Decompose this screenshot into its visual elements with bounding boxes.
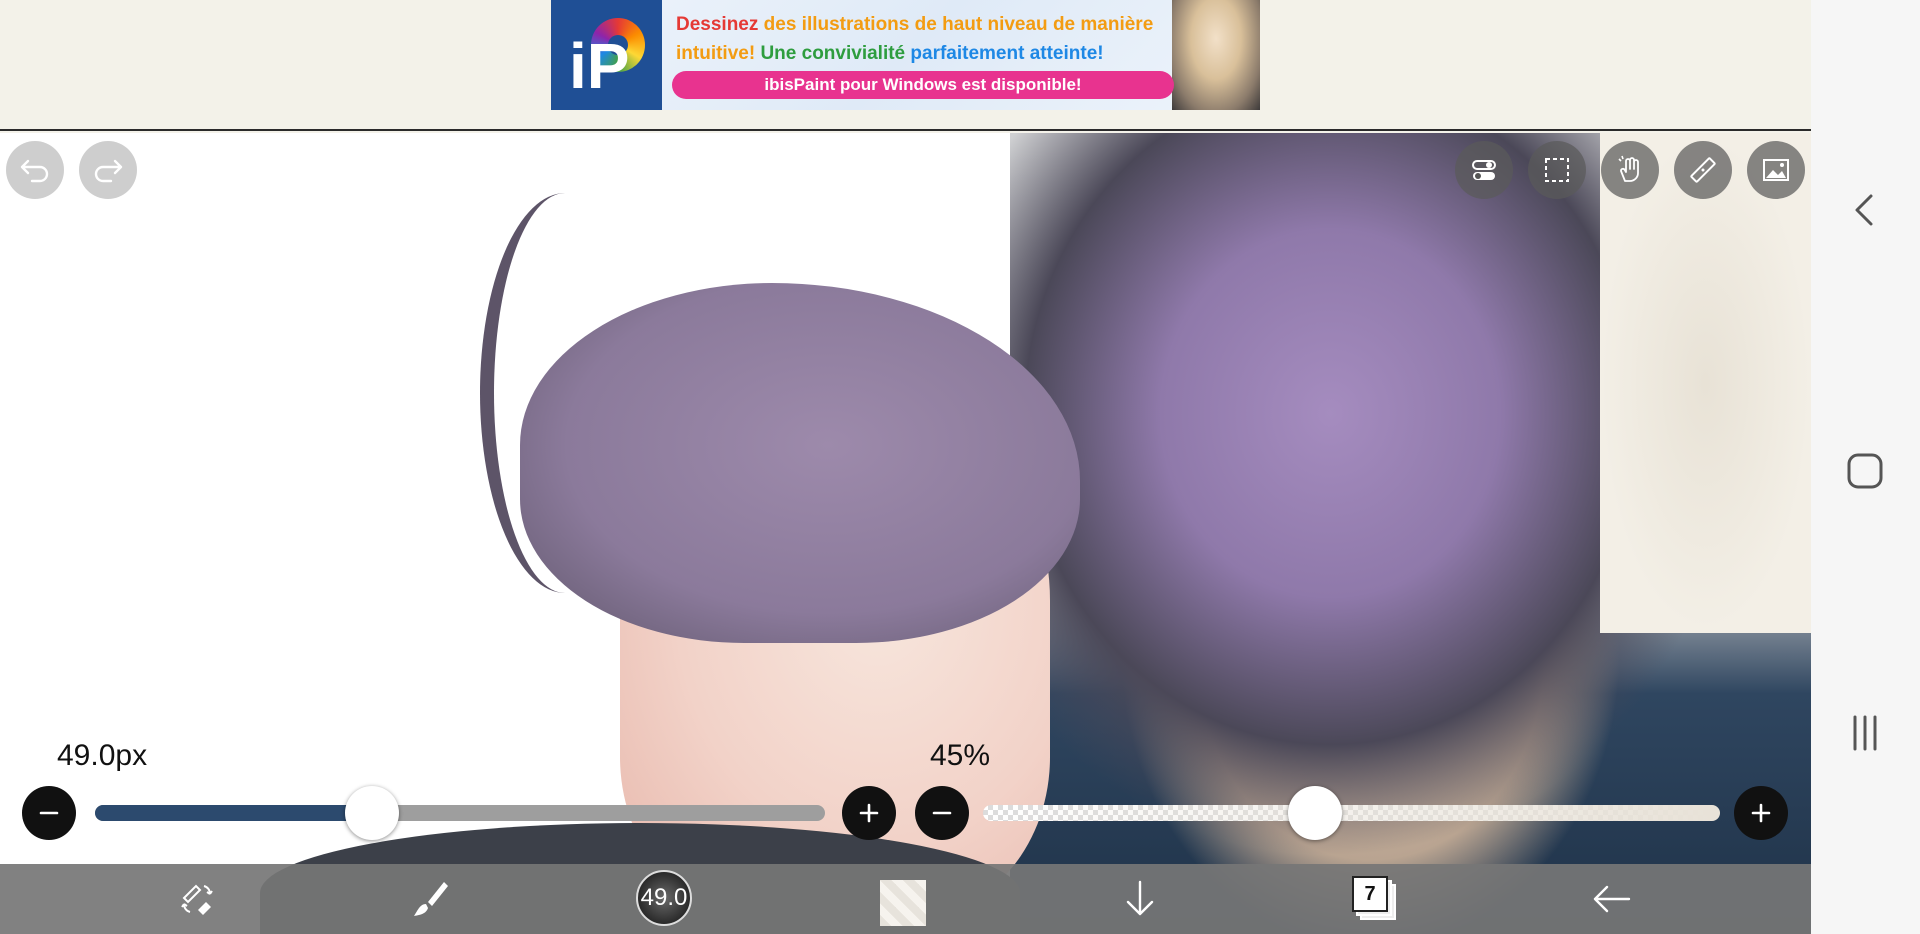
drawing-canvas[interactable]: 49.0px 45% bbox=[0, 133, 1811, 934]
opacity-label: 45% bbox=[930, 739, 991, 772]
ad-cta-button[interactable]: ibisPaint pour Windows est disponible! bbox=[672, 71, 1174, 99]
minus-icon bbox=[39, 811, 59, 815]
opacity-increase-button[interactable] bbox=[1734, 786, 1788, 840]
ad-word: intuitive! bbox=[676, 43, 756, 64]
toggle-icon bbox=[1472, 160, 1496, 180]
opacity-decrease-button[interactable] bbox=[915, 786, 969, 840]
hand-tool-button[interactable] bbox=[1601, 141, 1659, 199]
brush-size-slider-knob[interactable] bbox=[345, 786, 400, 840]
reference-background bbox=[1600, 133, 1811, 633]
ad-bar: iP Dessinez des illustrations de haut ni… bbox=[0, 0, 1811, 131]
brush-size-label: 49.0px bbox=[57, 739, 148, 772]
layers-button[interactable]: 7 bbox=[1348, 872, 1402, 926]
redo-icon bbox=[94, 159, 123, 183]
undo-button[interactable] bbox=[6, 141, 64, 199]
ad-text: Dessinez des illustrations de haut nivea… bbox=[662, 0, 1174, 110]
recents-icon bbox=[1853, 715, 1877, 751]
selection-icon bbox=[1545, 158, 1569, 182]
ad-text-rest: des illustrations de haut niveau de mani… bbox=[763, 14, 1154, 35]
ibispaint-logo: iP bbox=[551, 0, 662, 110]
plus-icon bbox=[859, 803, 879, 823]
move-down-button[interactable] bbox=[1113, 872, 1167, 926]
tool-switch-button[interactable] bbox=[170, 872, 224, 926]
brush-button[interactable] bbox=[404, 872, 458, 926]
brush-size-increase-button[interactable] bbox=[842, 786, 896, 840]
layers-count: 7 bbox=[1352, 876, 1388, 912]
brush-size-slider[interactable] bbox=[95, 805, 825, 821]
drawing-scribble bbox=[480, 193, 650, 593]
image-icon bbox=[1763, 159, 1789, 181]
brush-size-indicator[interactable]: 49.0 bbox=[636, 870, 692, 926]
nav-back-button[interactable] bbox=[1835, 180, 1895, 240]
back-chevron-icon bbox=[1855, 194, 1873, 226]
ruler-icon bbox=[1690, 157, 1716, 183]
ad-portrait-image bbox=[1172, 0, 1260, 110]
ad-word: Une convivialité bbox=[760, 43, 906, 64]
opacity-slider-knob[interactable] bbox=[1287, 786, 1342, 840]
opacity-slider[interactable] bbox=[983, 805, 1720, 821]
brush-size-decrease-button[interactable] bbox=[22, 786, 76, 840]
home-icon bbox=[1847, 453, 1883, 489]
ad-word: Dessinez bbox=[676, 14, 759, 35]
bottom-toolbar: 49.0 7 bbox=[0, 864, 1811, 934]
undo-icon bbox=[20, 159, 49, 183]
ruler-button[interactable] bbox=[1674, 141, 1732, 199]
color-swatch[interactable] bbox=[880, 880, 926, 926]
tool-switch-icon bbox=[181, 884, 213, 915]
back-arrow-icon bbox=[1593, 885, 1631, 913]
system-navigation-bar bbox=[1811, 0, 1920, 934]
logo-text: iP bbox=[569, 30, 630, 102]
toggle-panel-button[interactable] bbox=[1455, 141, 1513, 199]
plus-icon bbox=[1751, 803, 1771, 823]
ad-line-1: Dessinez des illustrations de haut nivea… bbox=[676, 10, 1172, 39]
nav-recents-button[interactable] bbox=[1835, 703, 1895, 763]
minus-icon bbox=[932, 811, 952, 815]
ad-line-2: intuitive! Une convivialité parfaitement… bbox=[676, 39, 1172, 68]
hand-icon bbox=[1618, 155, 1639, 182]
brush-size-slider-fill bbox=[95, 805, 373, 821]
layers-icon: 7 bbox=[1352, 876, 1398, 922]
brush-icon bbox=[414, 882, 448, 916]
nav-home-button[interactable] bbox=[1835, 441, 1895, 501]
ad-word: parfaitement atteinte! bbox=[910, 43, 1104, 64]
down-arrow-icon bbox=[1126, 880, 1154, 916]
redo-button[interactable] bbox=[79, 141, 137, 199]
selection-button[interactable] bbox=[1528, 141, 1586, 199]
reference-image-button[interactable] bbox=[1747, 141, 1805, 199]
back-button[interactable] bbox=[1585, 872, 1639, 926]
ad-banner[interactable]: iP Dessinez des illustrations de haut ni… bbox=[551, 0, 1260, 110]
